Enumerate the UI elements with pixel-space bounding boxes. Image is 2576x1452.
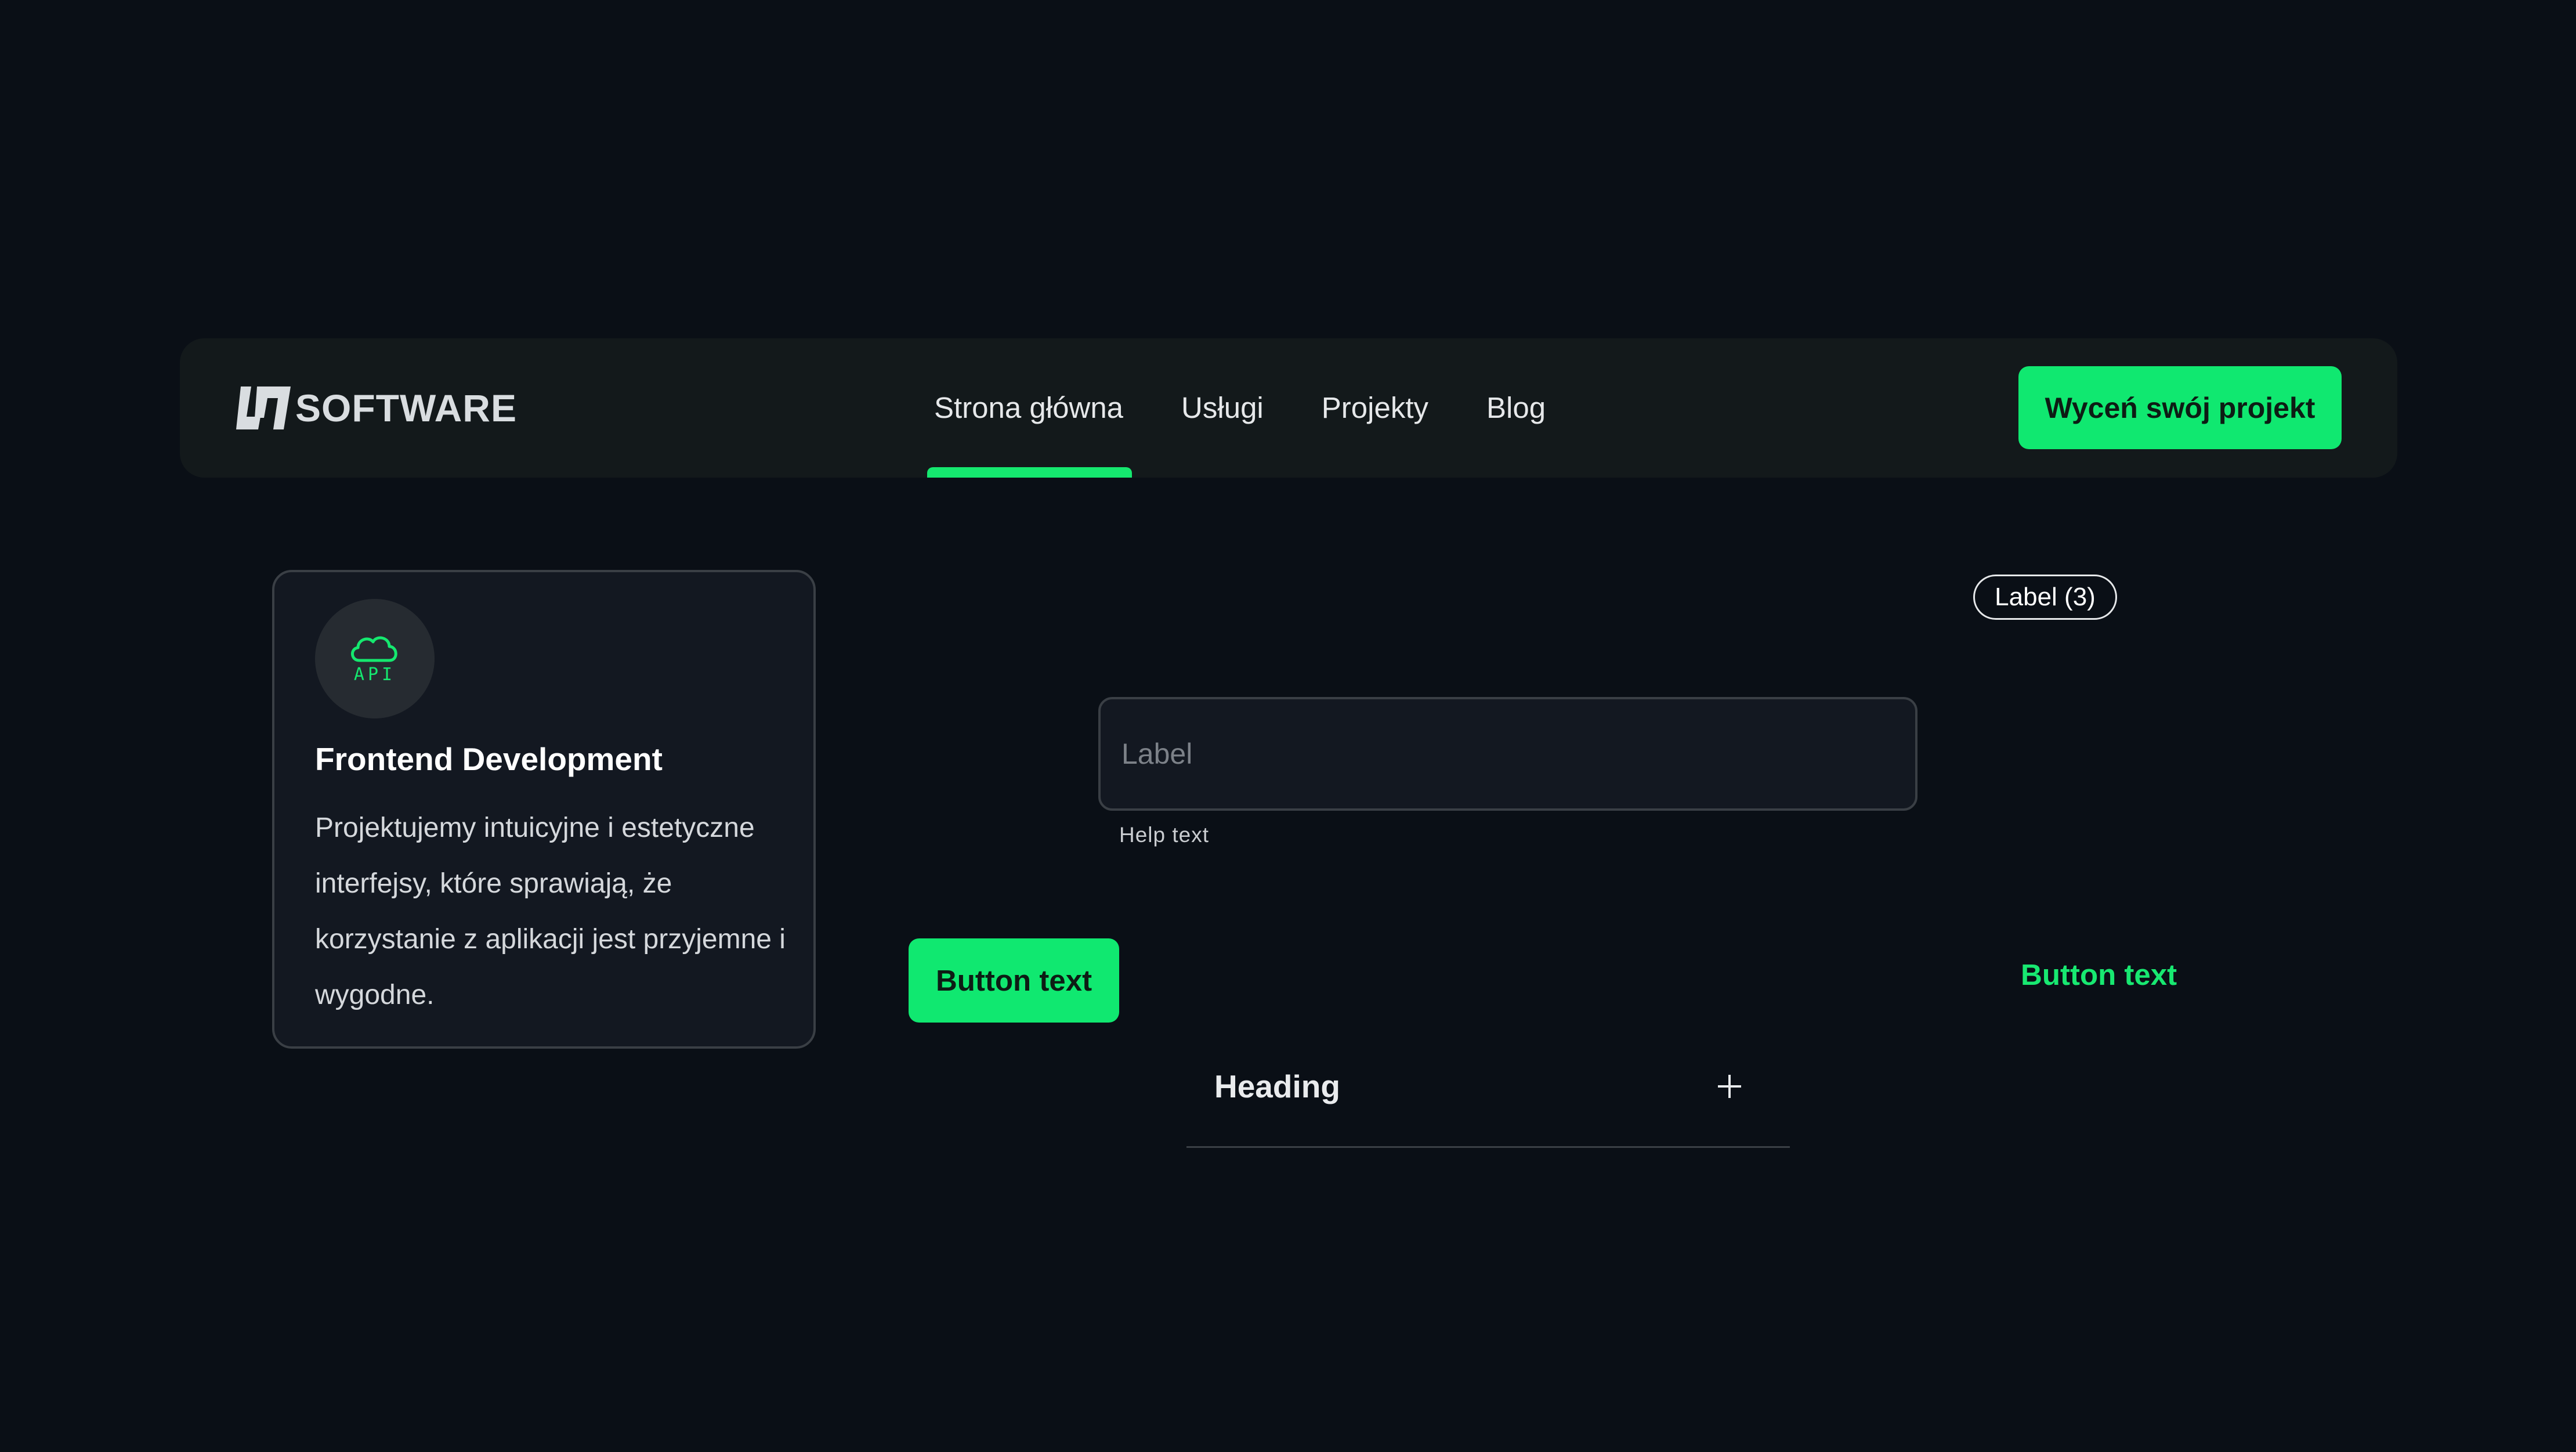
logo-mark-icon <box>236 387 291 429</box>
card-description: Projektujemy intuicyjne i estetyczne int… <box>315 812 786 1010</box>
cloud-api-icon: API <box>351 636 397 685</box>
nav-item-services[interactable]: Usługi <box>1181 338 1264 478</box>
service-card: API Frontend Development Projektujemy in… <box>272 570 816 1049</box>
main-nav: Strona główna Usługi Projekty Blog <box>927 338 1604 478</box>
nav-item-home[interactable]: Strona główna <box>927 338 1133 478</box>
nav-item-projects[interactable]: Projekty <box>1322 338 1428 478</box>
text-field <box>1098 697 1917 811</box>
quote-cta-button[interactable]: Wyceń swój projekt <box>2018 366 2342 449</box>
logo-text: SOFTWARE <box>295 387 517 429</box>
accordion-heading: Heading <box>1214 1068 1340 1104</box>
nav-item-blog[interactable]: Blog <box>1486 338 1546 478</box>
accordion-item[interactable]: Heading <box>1186 1039 1790 1148</box>
text-button[interactable]: Button text <box>2021 958 2177 992</box>
help-text: Help text <box>1119 823 1210 847</box>
api-icon-text: API <box>354 664 396 685</box>
plus-icon[interactable] <box>1716 1072 1743 1100</box>
label-input[interactable] <box>1120 736 1915 771</box>
card-title: Frontend Development <box>315 741 663 777</box>
service-icon-badge: API <box>315 599 435 718</box>
logo[interactable]: SOFTWARE <box>235 379 517 437</box>
primary-button[interactable]: Button text <box>909 938 1119 1023</box>
navbar: SOFTWARE Strona główna Usługi Projekty B… <box>180 338 2397 478</box>
label-chip[interactable]: Label (3) <box>1973 575 2117 620</box>
